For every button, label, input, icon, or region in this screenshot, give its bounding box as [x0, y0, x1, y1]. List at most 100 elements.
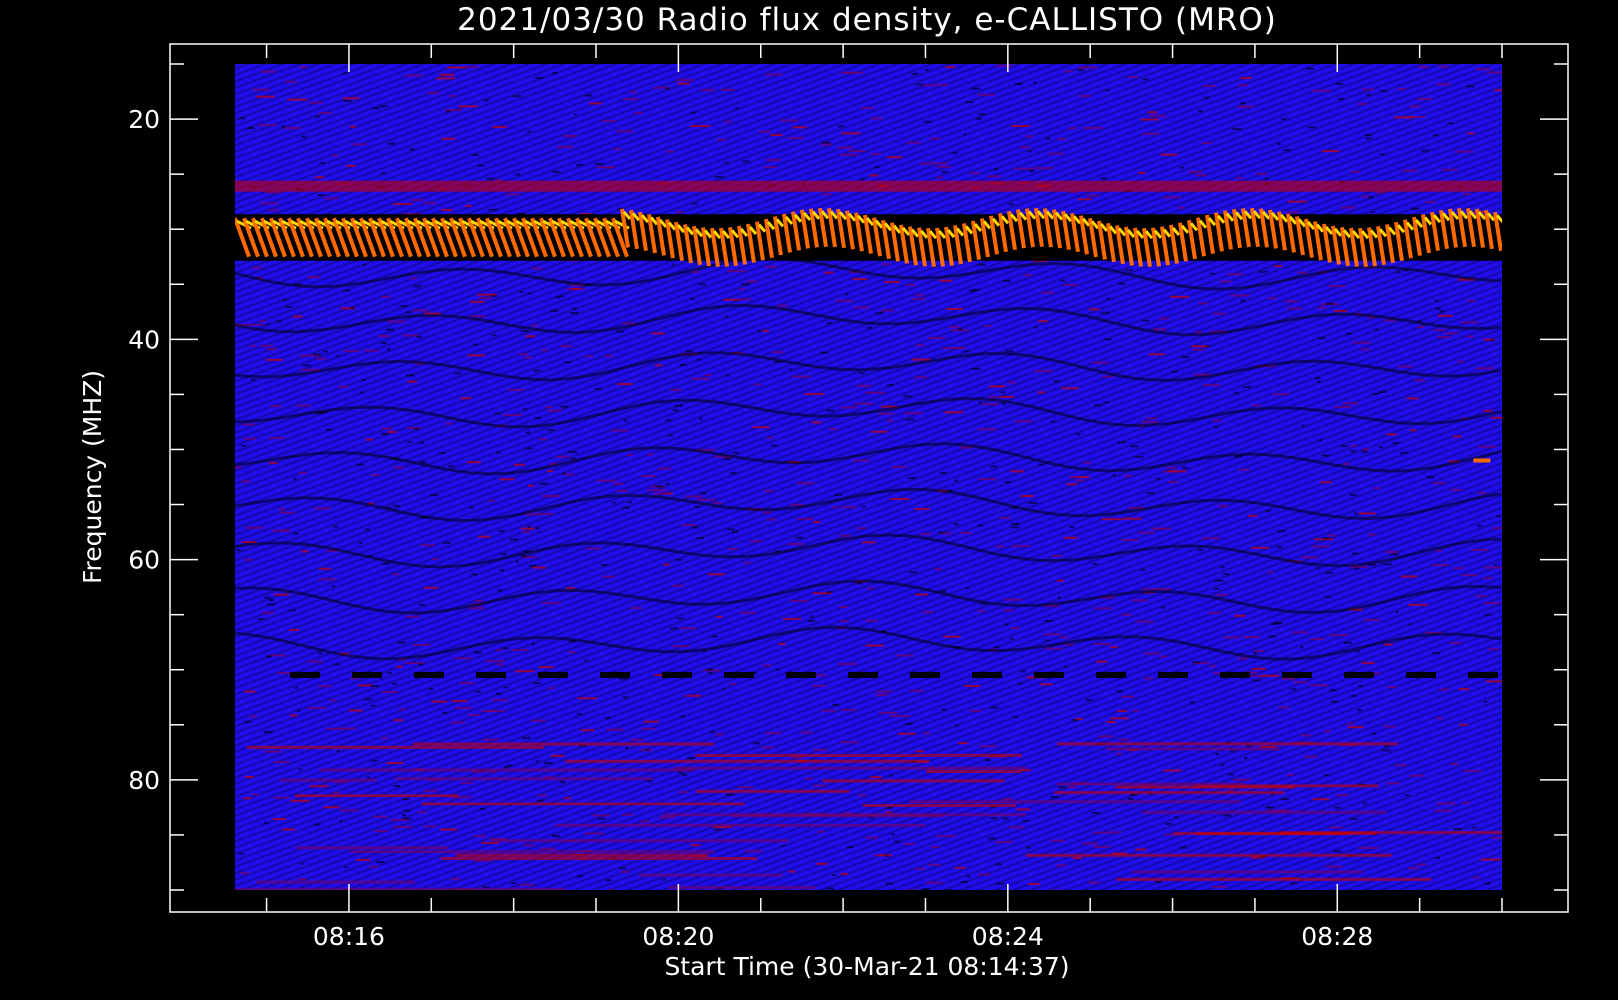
dark-mark	[1242, 385, 1252, 388]
noise-mark	[1135, 620, 1154, 623]
noise-mark	[886, 156, 903, 159]
dark-mark	[544, 762, 553, 765]
dark-mark	[1106, 298, 1111, 301]
dark-mark	[903, 395, 912, 398]
dark-mark	[781, 844, 786, 847]
dark-mark	[618, 677, 628, 680]
dark-mark	[1244, 757, 1248, 760]
noise-mark	[531, 324, 538, 327]
noise-mark	[1328, 285, 1346, 288]
low-band-streak	[1025, 853, 1392, 857]
spectrogram-area	[235, 64, 1502, 890]
dark-mark	[285, 305, 293, 308]
low-band-streak	[1132, 870, 1363, 874]
noise-mark	[1077, 66, 1089, 69]
noise-mark	[324, 197, 339, 200]
dark-mark	[1223, 573, 1231, 576]
noise-mark	[670, 388, 682, 391]
noise-mark	[313, 507, 331, 510]
low-band-streak	[695, 789, 850, 793]
dark-mark	[559, 781, 566, 784]
dark-mark	[387, 672, 392, 675]
noise-mark	[915, 344, 925, 347]
noise-mark	[1160, 655, 1167, 658]
dark-mark	[535, 527, 540, 530]
dark-mark	[965, 587, 969, 590]
dark-mark	[1343, 641, 1353, 644]
noise-mark	[691, 377, 710, 380]
noise-mark	[620, 870, 630, 873]
dark-mark	[1351, 694, 1357, 697]
noise-mark	[754, 383, 762, 386]
noise-mark	[301, 550, 309, 553]
dark-mark	[1051, 420, 1056, 423]
dark-mark	[1435, 299, 1440, 302]
noise-mark	[1162, 769, 1182, 772]
low-band-streak	[662, 813, 1027, 817]
dark-mark	[1400, 451, 1409, 454]
dark-mark	[1483, 700, 1488, 703]
noise-mark	[1041, 291, 1055, 294]
noise-mark	[539, 512, 554, 515]
noise-mark	[1188, 170, 1203, 173]
noise-mark	[804, 393, 825, 396]
noise-mark	[1475, 68, 1491, 71]
dark-mark	[1321, 454, 1330, 457]
noise-mark	[977, 478, 997, 481]
dropout-segment	[848, 671, 878, 678]
noise-mark	[1240, 77, 1252, 80]
dark-mark	[680, 363, 686, 366]
noise-mark	[914, 867, 925, 870]
noise-mark	[1385, 550, 1399, 553]
noise-mark	[1055, 864, 1067, 867]
noise-mark	[895, 654, 914, 657]
dark-mark	[723, 458, 732, 461]
noise-mark	[986, 175, 1001, 178]
noise-mark	[999, 516, 1011, 519]
dark-mark	[1004, 623, 1009, 626]
noise-mark	[1107, 831, 1121, 834]
noise-mark	[1274, 265, 1283, 268]
noise-mark	[1234, 614, 1246, 617]
dark-mark	[924, 69, 929, 72]
dark-mark	[1191, 661, 1200, 664]
noise-mark	[1386, 433, 1397, 436]
noise-mark	[738, 298, 752, 301]
dark-mark	[1283, 149, 1291, 152]
dark-mark	[521, 736, 531, 739]
noise-mark	[547, 470, 554, 473]
noise-mark	[886, 419, 894, 422]
noise-mark	[925, 881, 944, 884]
dark-mark	[531, 643, 536, 646]
noise-mark	[541, 349, 548, 352]
noise-mark	[331, 154, 339, 157]
noise-mark	[1140, 118, 1159, 121]
dark-mark	[732, 451, 739, 454]
noise-mark	[546, 409, 562, 412]
noise-mark	[315, 176, 325, 179]
dark-mark	[263, 731, 273, 734]
dark-mark	[1346, 332, 1352, 335]
noise-mark	[1163, 196, 1181, 199]
noise-mark	[957, 742, 968, 745]
dark-mark	[257, 618, 265, 621]
noise-mark	[1480, 858, 1501, 861]
noise-mark	[1223, 636, 1240, 639]
noise-mark	[948, 325, 960, 328]
noise-mark	[249, 715, 257, 718]
noise-mark	[651, 332, 665, 335]
dark-mark	[315, 115, 321, 118]
dark-mark	[560, 405, 569, 408]
dark-mark	[1380, 89, 1388, 92]
noise-mark	[791, 375, 811, 378]
noise-mark	[685, 495, 703, 498]
noise-mark	[714, 733, 725, 736]
noise-mark	[746, 280, 758, 283]
noise-mark	[265, 191, 282, 194]
noise-mark	[929, 137, 941, 140]
dark-mark	[1395, 611, 1399, 614]
noise-mark	[1145, 417, 1157, 420]
noise-mark	[915, 750, 924, 753]
dark-mark	[532, 682, 541, 685]
noise-mark	[1249, 675, 1263, 678]
